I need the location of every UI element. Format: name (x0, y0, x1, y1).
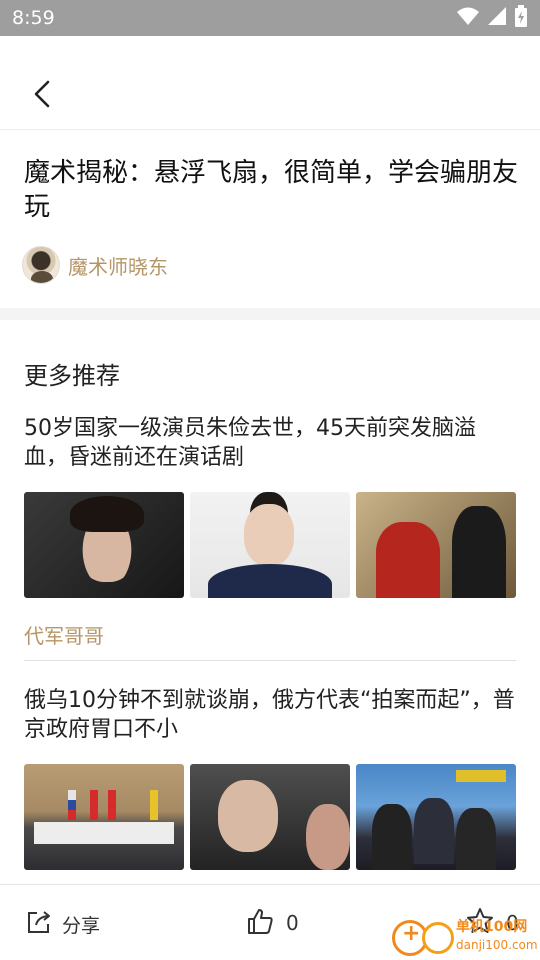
top-bar (0, 36, 540, 130)
author-name[interactable]: 魔术师晓东 (68, 251, 168, 280)
recommendations-section: 更多推荐 50岁国家一级演员朱俭去世，45天前突发脑溢血，昏迷前还在演话剧 代军… (0, 320, 540, 884)
like-count: 0 (286, 911, 299, 935)
signal-icon (486, 6, 508, 30)
share-label[interactable]: 分享 (62, 911, 100, 938)
article-header: 魔术揭秘：悬浮飞扇，很简单，学会骗朋友玩 魔术师晓东 (0, 130, 540, 308)
recommendation-title[interactable]: 俄乌10分钟不到就谈崩，俄方代表“拍案而起”，普京政府胃口不小 (24, 686, 516, 744)
site-watermark: 单机100网 danji100.com (392, 914, 540, 960)
recommendation-source[interactable]: 代军哥哥 (24, 620, 516, 649)
author-row[interactable]: 魔术师晓东 (22, 246, 168, 284)
watermark-url: danji100.com (456, 938, 538, 952)
share-button[interactable]: 分享 (26, 909, 100, 939)
status-bar: 8:59 (0, 0, 540, 36)
thumbnail-image[interactable] (24, 492, 184, 598)
section-separator (0, 308, 540, 320)
thumbnail-image[interactable] (190, 764, 350, 870)
avatar[interactable] (22, 246, 60, 284)
watermark-name: 单机100网 (456, 919, 528, 935)
thumbnail-image[interactable] (356, 764, 516, 870)
chevron-left-icon (32, 79, 52, 113)
recommendations-heading: 更多推荐 (24, 362, 120, 390)
share-icon (26, 909, 52, 939)
status-icons (456, 5, 528, 31)
thumbnail-row (24, 492, 516, 598)
recommendation-item[interactable]: 50岁国家一级演员朱俭去世，45天前突发脑溢血，昏迷前还在演话剧 代军哥哥 (24, 414, 516, 649)
recommendation-title[interactable]: 50岁国家一级演员朱俭去世，45天前突发脑溢血，昏迷前还在演话剧 (24, 414, 516, 472)
watermark-logo-icon (422, 922, 454, 954)
back-button[interactable] (22, 76, 62, 116)
thumbnail-image[interactable] (356, 492, 516, 598)
battery-icon (514, 5, 528, 31)
article-title: 魔术揭秘：悬浮飞扇，很简单，学会骗朋友玩 (24, 158, 519, 222)
like-button[interactable]: 0 (246, 907, 299, 939)
status-time: 8:59 (12, 7, 55, 29)
recommendation-item[interactable]: 俄乌10分钟不到就谈崩，俄方代表“拍案而起”，普京政府胃口不小 (24, 686, 516, 870)
thumbnail-image[interactable] (190, 492, 350, 598)
thumbnail-image[interactable] (24, 764, 184, 870)
thumbs-up-icon (246, 907, 274, 939)
wifi-icon (456, 6, 480, 30)
divider (24, 660, 516, 661)
thumbnail-row (24, 764, 516, 870)
